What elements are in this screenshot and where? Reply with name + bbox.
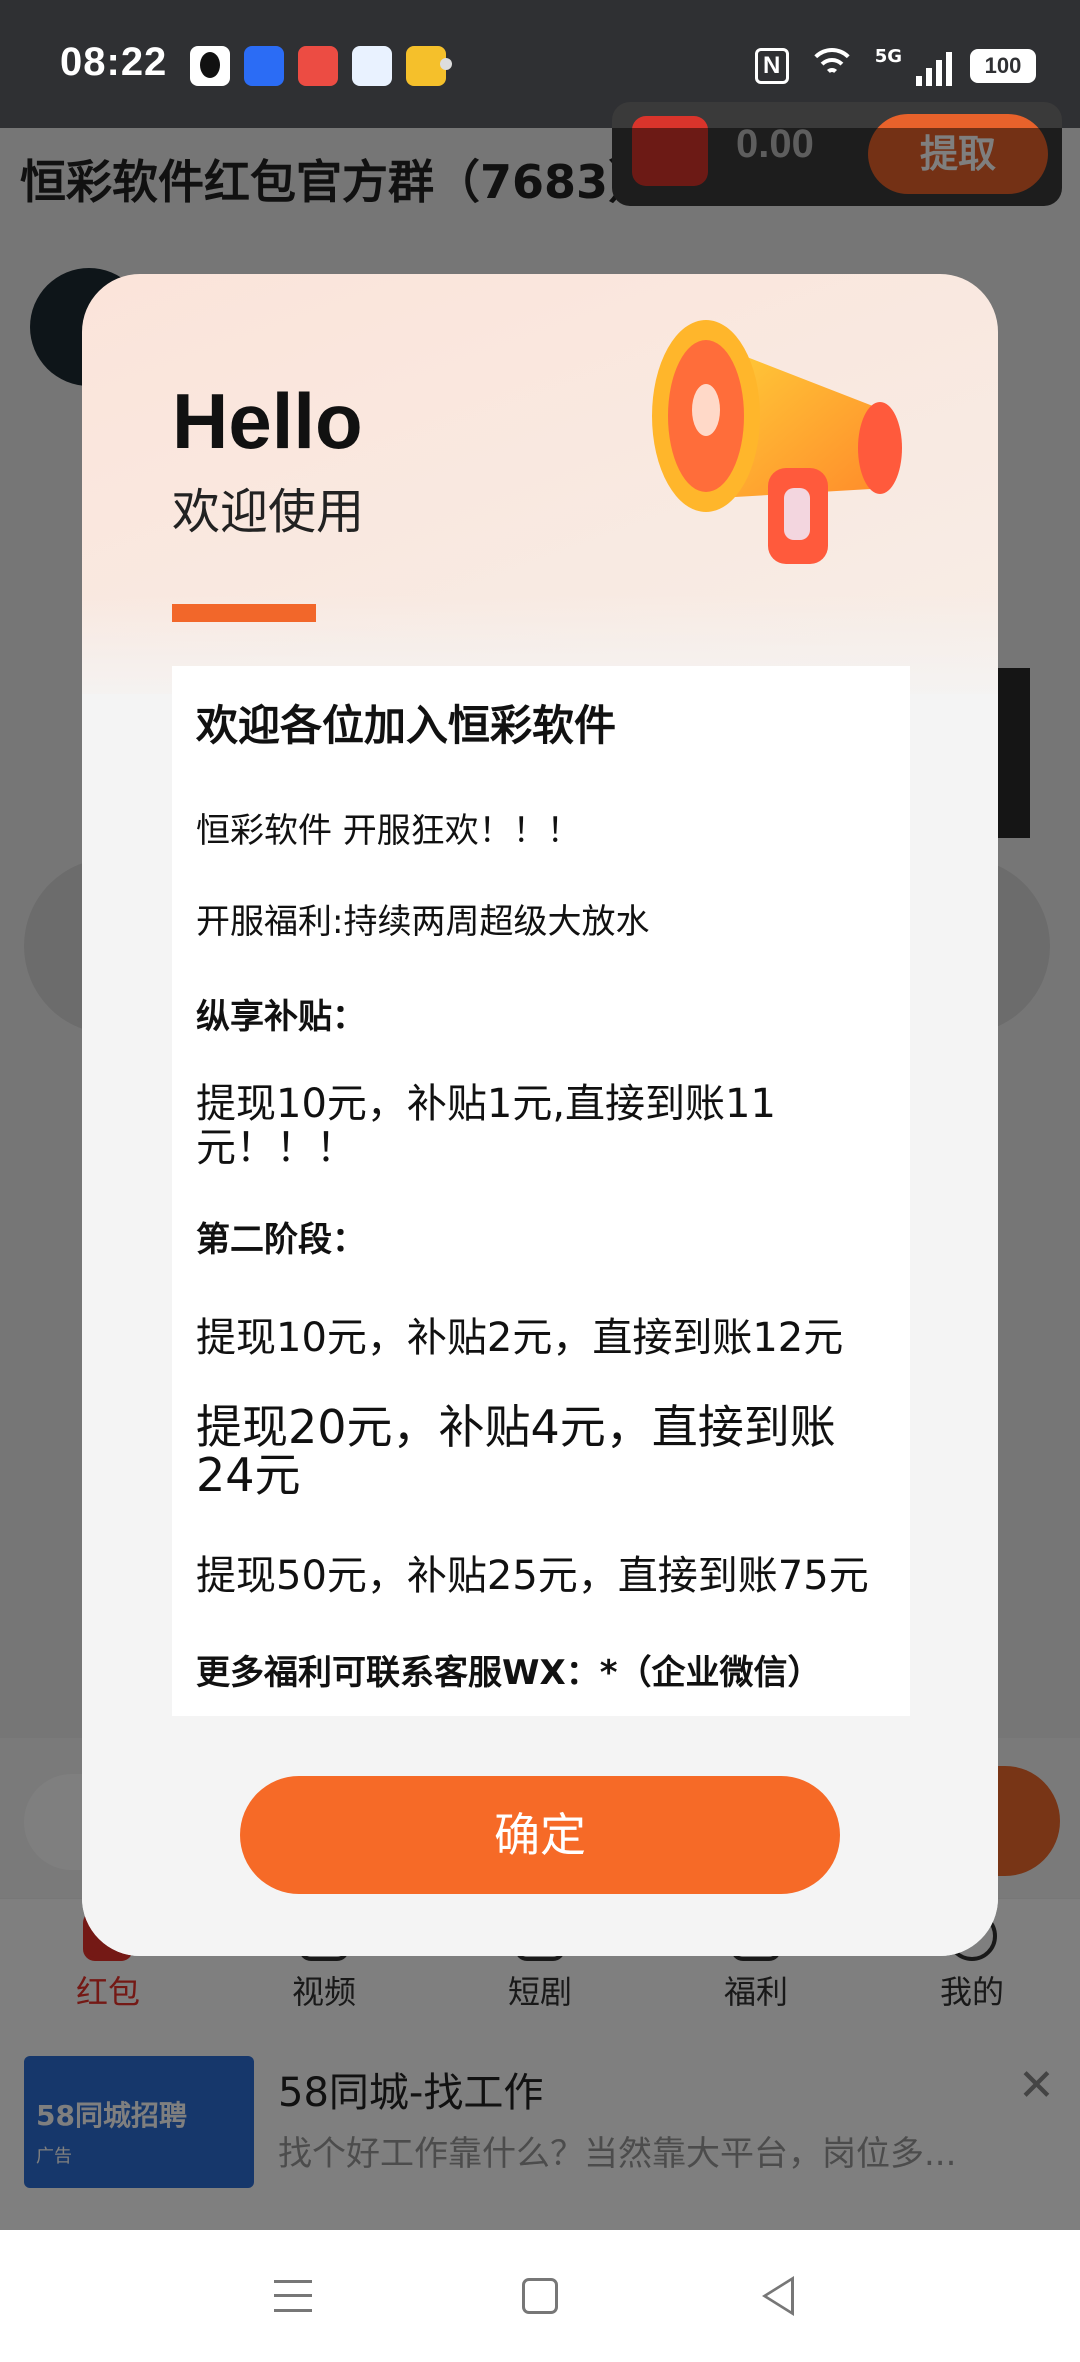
content-heading: 第二阶段：: [196, 1220, 366, 1260]
qq-icon: [190, 46, 230, 86]
content-title: 欢迎各位加入恒彩软件: [196, 701, 617, 750]
signal-icon: [916, 46, 952, 86]
dialog-welcome: 欢迎使用: [172, 484, 365, 540]
confirm-button[interactable]: 确定: [240, 1776, 840, 1894]
nfc-icon: N: [754, 48, 789, 84]
system-nav-bar: [0, 2230, 1080, 2362]
welcome-dialog: Hello 欢迎使用 欢迎各位加入恒彩软件 恒彩软件 开服狂欢！！！ 开服福利:…: [82, 274, 998, 1956]
dialog-hello: Hello: [172, 377, 363, 465]
status-time: 08:22: [60, 40, 168, 84]
megaphone-icon: [652, 320, 902, 564]
notification-icons: [190, 46, 446, 86]
more-notifications-dot: [440, 58, 452, 70]
back-button[interactable]: [762, 2276, 794, 2316]
content-line: 提现50元，补贴25元，直接到账75元: [196, 1553, 869, 1599]
content-line: 恒彩软件 开服狂欢！！！: [196, 811, 581, 851]
recent-apps-button[interactable]: [274, 2280, 312, 2312]
app-icon: [244, 46, 284, 86]
announcement-content: 欢迎各位加入恒彩软件 恒彩软件 开服狂欢！！！ 开服福利:持续两周超级大放水 纵…: [172, 666, 910, 1716]
accent-divider: [172, 604, 316, 622]
content-line: 提现10元，补贴1元,直接到账11元！！！: [196, 1081, 776, 1171]
content-heading: 纵享补贴：: [196, 997, 366, 1037]
content-line: 提现10元，补贴2元，直接到账12元: [196, 1315, 844, 1361]
content-line: 提现20元，补贴4元，直接到账24元: [196, 1400, 836, 1502]
browser-icon: [352, 46, 392, 86]
network-type: 5G: [874, 46, 902, 67]
content-line: 开服福利:持续两周超级大放水: [196, 902, 650, 942]
battery-icon: 100: [970, 49, 1036, 83]
video-icon: [298, 46, 338, 86]
status-right: N 5G 100: [754, 46, 1036, 86]
content-contact: 更多福利可联系客服WX：*（企业微信）: [196, 1653, 822, 1693]
home-button[interactable]: [522, 2278, 558, 2314]
wifi-icon: [806, 48, 857, 84]
